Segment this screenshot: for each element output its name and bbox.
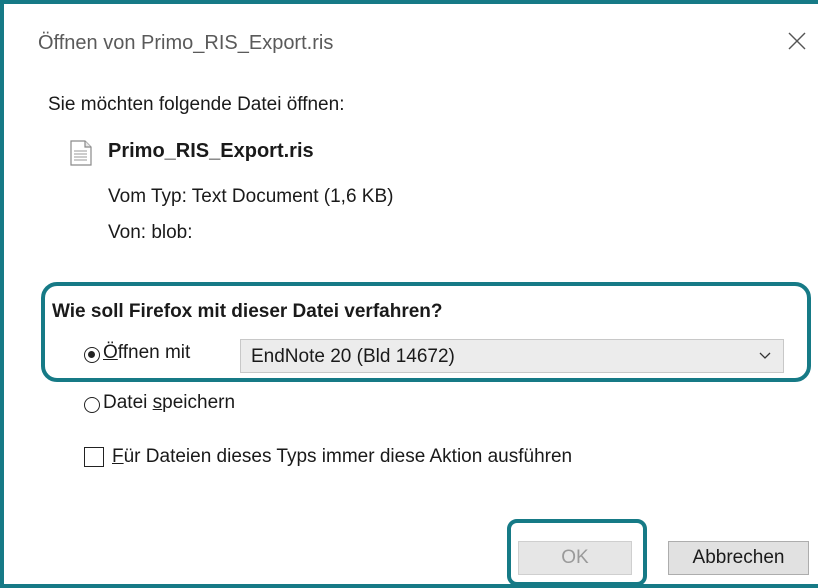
close-button[interactable] [782, 26, 812, 56]
save-file-label-end: peichern [162, 392, 236, 413]
action-question: Wie soll Firefox mit dieser Datei verfah… [52, 301, 443, 322]
always-action-label[interactable]: Für Dateien dieses Typs immer diese Akti… [112, 446, 572, 468]
intro-text: Sie möchten folgende Datei öffnen: [48, 94, 345, 115]
application-select-value: EndNote 20 (Bld 14672) [251, 346, 455, 367]
title-bar: Öffnen von Primo_RIS_Export.ris [4, 4, 818, 80]
save-file-accesskey: s [152, 392, 163, 413]
always-action-accesskey: F [112, 446, 124, 467]
cancel-button[interactable]: Abbrechen [668, 541, 809, 575]
radio-selected-dot [88, 351, 95, 358]
save-file-label-start: Datei [103, 392, 153, 413]
download-dialog: Öffnen von Primo_RIS_Export.ris Sie möch… [0, 0, 818, 588]
open-with-radio[interactable] [84, 347, 100, 363]
close-icon [788, 32, 806, 50]
save-file-radio[interactable] [84, 397, 100, 413]
document-icon [70, 140, 92, 171]
file-type: Vom Typ: Text Document (1,6 KB) [108, 186, 394, 207]
always-action-checkbox[interactable] [84, 447, 104, 467]
chevron-down-icon [759, 352, 771, 359]
file-name: Primo_RIS_Export.ris [108, 140, 314, 162]
always-action-label-text: ür Dateien dieses Typs immer diese Aktio… [123, 446, 573, 467]
window-title: Öffnen von Primo_RIS_Export.ris [38, 32, 334, 54]
file-source: Von: blob: [108, 222, 193, 243]
application-select[interactable]: EndNote 20 (Bld 14672) [240, 339, 784, 373]
open-with-label[interactable]: Öffnen mit [103, 342, 190, 364]
open-with-label-text: ffnen mit [117, 342, 191, 363]
open-with-accesskey: Ö [103, 342, 118, 363]
save-file-label[interactable]: Datei speichern [103, 392, 235, 414]
ok-button[interactable]: OK [518, 541, 632, 575]
